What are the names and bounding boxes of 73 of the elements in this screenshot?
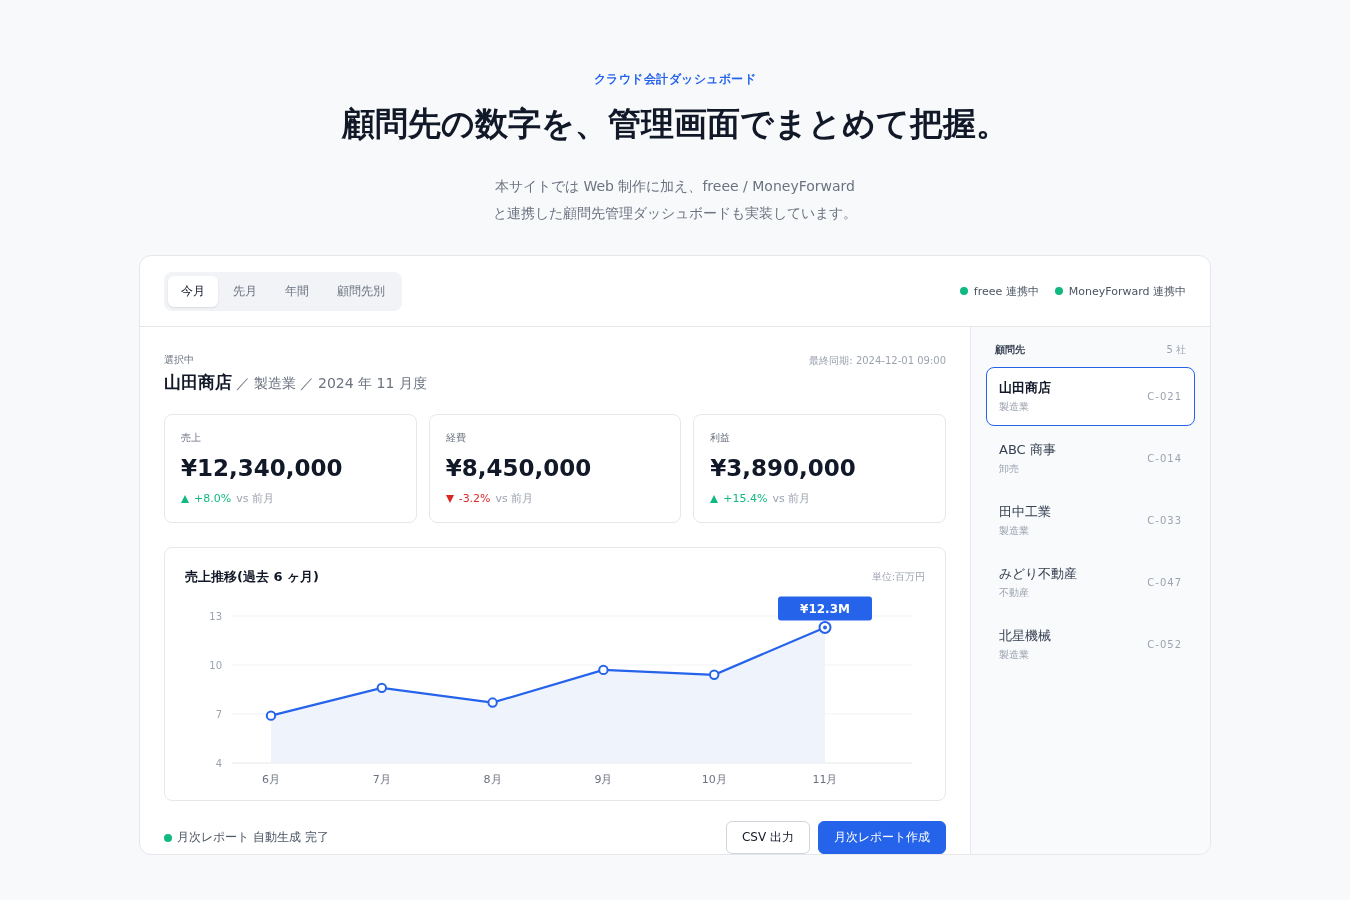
client-name: みどり不動産 — [999, 565, 1077, 583]
slash-separator: ／ — [236, 375, 250, 393]
kpi-compare: vs 前月 — [495, 491, 534, 506]
y-axis-label: 10 — [209, 660, 222, 671]
kpi-change: +8.0% — [194, 492, 232, 505]
data-point — [376, 682, 387, 694]
data-point — [818, 620, 832, 634]
client-meta: 2024 年 11 月度 — [318, 375, 427, 393]
client-name: 山田商店 — [164, 371, 232, 394]
client-list-item[interactable]: 北星機械 製造業 C-052 — [986, 615, 1195, 674]
kpi-change: +15.4% — [723, 492, 768, 505]
client-list-item[interactable]: 山田商店 製造業 C-021 — [986, 367, 1195, 426]
chart-title: 売上推移(過去 6 ヶ月) — [185, 568, 319, 586]
client-code: C-014 — [1147, 453, 1182, 464]
client-name: ABC 商事 — [999, 441, 1056, 459]
chart-unit: 単位:百万円 — [871, 570, 925, 584]
integration-status: MoneyForward 連携中 — [1068, 283, 1186, 299]
data-point — [265, 710, 277, 721]
data-point — [709, 669, 720, 680]
kpi-change: -3.2% — [458, 492, 491, 505]
period-tab[interactable]: 顧問先別 — [324, 275, 398, 307]
client-name: 北星機械 — [999, 627, 1051, 645]
last-sync-time: 最終同期: 2024-12-01 09:00 — [809, 354, 946, 368]
client-industry: 製造業 — [999, 524, 1030, 538]
x-axis-label: 8月 — [483, 773, 502, 786]
period-tab[interactable]: 今月 — [168, 275, 218, 307]
kpi-compare: vs 前月 — [772, 491, 811, 506]
client-code: C-033 — [1147, 515, 1182, 526]
slash-separator: ／ — [300, 375, 314, 393]
kpi-value: ¥3,890,000 — [710, 455, 857, 481]
client-name: 田中工業 — [999, 503, 1051, 521]
x-axis-label: 10月 — [701, 773, 727, 786]
client-industry: 不動産 — [999, 586, 1030, 600]
kpi-label: 経費 — [445, 431, 467, 445]
x-axis-label: 11月 — [812, 773, 838, 786]
client-name: 山田商店 — [999, 379, 1051, 397]
report-status: 月次レポート 自動生成 完了 — [177, 829, 329, 846]
x-axis-label: 6月 — [262, 773, 280, 786]
page-title: 顧問先の数字を、管理画面でまとめて把握。 — [340, 103, 1010, 145]
lead-paragraph: 本サイトでは Web 制作に加え、freee / MoneyForward と連携した顧問先管理ダッシュボードも実装しています。 — [493, 177, 857, 223]
y-axis-label: 4 — [215, 758, 222, 769]
x-axis-label: 9月 — [594, 773, 613, 786]
client-list-item[interactable]: ABC 商事 卸売 C-014 — [986, 429, 1195, 488]
kpi-label: 売上 — [181, 431, 202, 445]
selected-label: 選択中 — [164, 353, 195, 367]
sidebar-title: 顧問先 — [995, 343, 1025, 357]
client-industry: 製造業 — [999, 400, 1030, 414]
data-point — [487, 697, 498, 708]
csv-export-button[interactable]: CSV 出力 — [725, 821, 810, 854]
client-count: 5 社 — [1166, 343, 1186, 357]
y-axis-label: 13 — [209, 611, 222, 622]
y-axis-label: 7 — [215, 709, 222, 720]
period-tab[interactable]: 先月 — [220, 275, 270, 307]
kpi-compare: vs 前月 — [236, 491, 274, 506]
client-code: C-021 — [1147, 391, 1182, 402]
data-point — [598, 664, 609, 676]
kpi-value: ¥8,450,000 — [445, 455, 593, 481]
kpi-label: 利益 — [710, 431, 732, 445]
period-tab[interactable]: 年間 — [272, 275, 322, 307]
client-code: C-052 — [1147, 639, 1182, 650]
client-meta: 製造業 — [254, 375, 296, 393]
kpi-value: ¥12,340,000 — [181, 455, 344, 481]
client-industry: 製造業 — [999, 648, 1030, 662]
integration-status: freee 連携中 — [973, 283, 1039, 299]
callout-value: ¥12.3M — [800, 602, 850, 617]
client-industry: 卸売 — [999, 462, 1020, 476]
x-axis-label: 7月 — [372, 773, 391, 786]
create-report-button[interactable]: 月次レポート作成 — [818, 821, 946, 854]
client-code: C-047 — [1147, 577, 1182, 588]
point-center — [823, 625, 827, 630]
client-list-item[interactable]: 田中工業 製造業 C-033 — [986, 491, 1195, 550]
client-list-item[interactable]: みどり不動産 不動産 C-047 — [986, 553, 1195, 612]
eyebrow-label: クラウド会計ダッシュボード — [593, 71, 757, 88]
